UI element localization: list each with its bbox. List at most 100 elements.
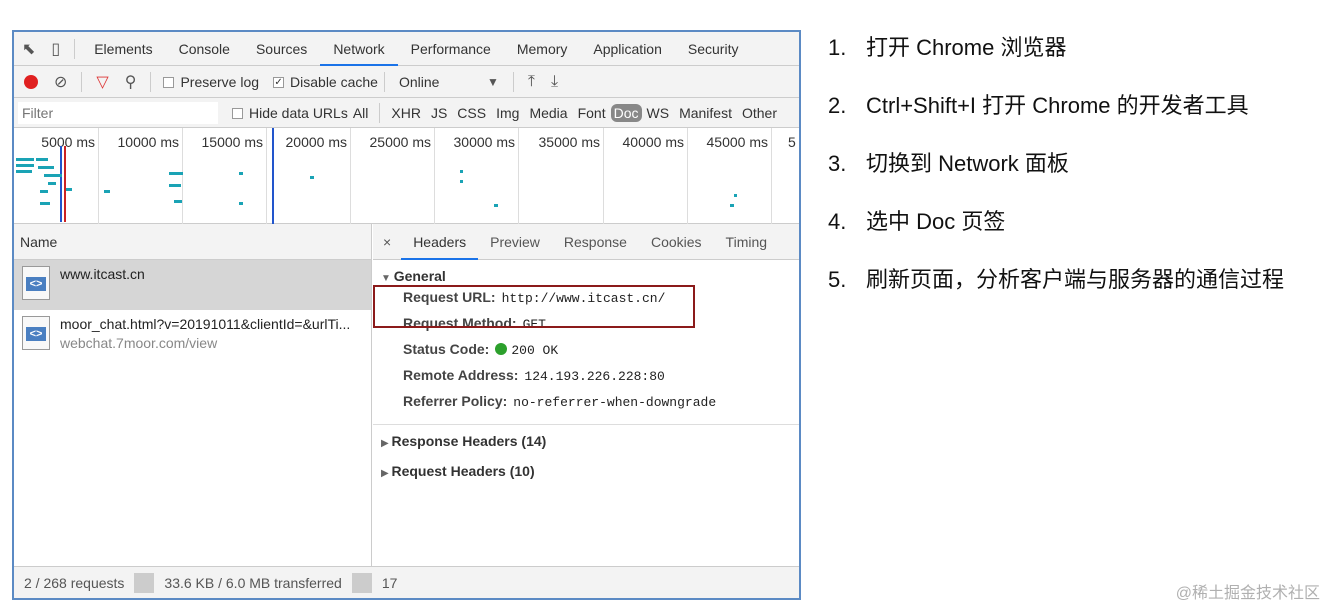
request-row[interactable]: <> moor_chat.html?v=20191011&clientId=&u… bbox=[14, 310, 371, 360]
inspect-icon[interactable]: ⬉ bbox=[22, 39, 35, 59]
request-name: www.itcast.cn bbox=[60, 266, 145, 282]
tab-memory[interactable]: Memory bbox=[504, 32, 581, 66]
filter-type-img[interactable]: Img bbox=[491, 105, 524, 121]
request-count: 2 / 268 requests bbox=[24, 574, 125, 591]
request-list: Name <> www.itcast.cn <> moor_chat.html?… bbox=[14, 224, 372, 568]
filter-icon[interactable]: ▽ bbox=[96, 72, 108, 92]
timeline-bar bbox=[239, 202, 243, 205]
chevron-down-icon[interactable]: ▼ bbox=[487, 75, 499, 89]
timeline-bar bbox=[310, 176, 314, 179]
divider bbox=[74, 38, 76, 59]
step-item: 5. 刷新页面，分析客户端与服务器的通信过程 bbox=[828, 267, 1285, 292]
timeline-tick: 40000 ms bbox=[604, 128, 688, 224]
upload-icon[interactable]: ⤒ bbox=[528, 73, 535, 91]
general-section-toggle[interactable]: ▼ General bbox=[373, 268, 799, 284]
preserve-log-checkbox[interactable]: Preserve log bbox=[163, 74, 259, 90]
divider bbox=[383, 71, 385, 92]
timeline-bar bbox=[16, 164, 34, 167]
status-extra: 17 bbox=[381, 574, 398, 591]
record-button[interactable] bbox=[24, 74, 38, 89]
timeline-bar bbox=[104, 190, 110, 193]
divider bbox=[81, 71, 83, 92]
filter-type-js[interactable]: JS bbox=[426, 105, 452, 121]
tab-elements[interactable]: Elements bbox=[81, 32, 165, 66]
request-headers-toggle[interactable]: ▶ Request Headers (10) bbox=[373, 463, 799, 479]
filter-type-xhr[interactable]: XHR bbox=[386, 105, 426, 121]
step-item: 1. 打开 Chrome 浏览器 bbox=[828, 35, 1067, 60]
request-domain: webchat.7moor.com/view bbox=[60, 335, 218, 351]
instruction-steps: 1. 打开 Chrome 浏览器 2. Ctrl+Shift+I 打开 Chrome… bbox=[828, 30, 1318, 320]
filter-type-font[interactable]: Font bbox=[573, 105, 611, 121]
timeline-bar bbox=[460, 170, 463, 173]
tab-security[interactable]: Security bbox=[675, 32, 752, 66]
tab-sources[interactable]: Sources bbox=[243, 32, 320, 66]
timeline-tick: 25000 ms bbox=[351, 128, 435, 224]
remote-address-row: Remote Address: 124.193.226.228:80 bbox=[403, 367, 665, 384]
throttle-select[interactable]: Online bbox=[399, 74, 479, 90]
filter-type-all[interactable]: All bbox=[348, 105, 374, 121]
timeline-tick: 15000 ms bbox=[183, 128, 267, 224]
timeline-tick: 5 bbox=[772, 128, 799, 224]
filter-type-css[interactable]: CSS bbox=[452, 105, 491, 121]
filter-type-ws[interactable]: WS bbox=[642, 105, 675, 121]
step-item: 4. 选中 Doc 页签 bbox=[828, 209, 1006, 234]
divider bbox=[351, 572, 372, 593]
divider bbox=[512, 71, 514, 92]
request-name: moor_chat.html?v=20191011&clientId=&urlT… bbox=[60, 316, 351, 332]
timeline-bar bbox=[169, 184, 181, 187]
timeline-bar bbox=[169, 172, 183, 175]
tab-headers[interactable]: Headers bbox=[401, 224, 479, 260]
network-status-bar: 2 / 268 requests 33.6 KB / 6.0 MB transf… bbox=[14, 566, 799, 598]
download-icon[interactable]: ⤓ bbox=[551, 73, 558, 91]
timeline-bar bbox=[239, 172, 243, 175]
timeline-bar bbox=[38, 166, 54, 169]
detail-tabbar: × Headers Preview Response Cookies Timin… bbox=[373, 224, 799, 260]
status-ok-icon bbox=[495, 343, 508, 355]
tab-preview[interactable]: Preview bbox=[478, 224, 552, 260]
disable-cache-checkbox[interactable]: ✓ Disable cache bbox=[273, 74, 378, 90]
timeline-cursor bbox=[272, 128, 274, 224]
tab-response[interactable]: Response bbox=[552, 224, 639, 260]
filter-type-doc[interactable]: Doc bbox=[610, 103, 642, 122]
tab-network[interactable]: Network bbox=[320, 32, 398, 66]
timeline-bar bbox=[36, 158, 48, 161]
watermark: @稀土掘金技术社区 bbox=[1175, 585, 1320, 602]
request-detail-panel: × Headers Preview Response Cookies Timin… bbox=[373, 224, 799, 568]
filter-input[interactable] bbox=[18, 101, 218, 124]
timeline-bar bbox=[494, 204, 498, 207]
timeline-tick: 35000 ms bbox=[519, 128, 604, 224]
network-toolbar: ⊘ ▽ ⚲ Preserve log ✓ Disable cache Online… bbox=[14, 66, 799, 98]
tab-timing[interactable]: Timing bbox=[714, 224, 780, 260]
name-column-header[interactable]: Name bbox=[14, 224, 371, 260]
timeline-bar bbox=[48, 182, 56, 185]
divider bbox=[134, 572, 155, 593]
referrer-policy-row: Referrer Policy: no-referrer-when-downgra… bbox=[403, 393, 717, 410]
request-url-highlight bbox=[373, 285, 695, 328]
timeline-bar bbox=[40, 190, 48, 193]
tab-performance[interactable]: Performance bbox=[398, 32, 504, 66]
filter-type-manifest[interactable]: Manifest bbox=[674, 105, 737, 121]
timeline-bar bbox=[730, 204, 734, 207]
transfer-size: 33.6 KB / 6.0 MB transferred bbox=[164, 574, 342, 591]
device-toolbar-icon[interactable]: ▯ bbox=[51, 39, 60, 59]
request-row[interactable]: <> www.itcast.cn bbox=[14, 260, 371, 310]
status-code-row: Status Code: 200 OK bbox=[403, 341, 559, 358]
dom-content-loaded-marker bbox=[60, 146, 62, 222]
tab-console[interactable]: Console bbox=[166, 32, 243, 66]
document-icon: <> bbox=[22, 266, 50, 300]
filter-type-other[interactable]: Other bbox=[737, 105, 782, 121]
timeline-overview[interactable]: 5000 ms 10000 ms 15000 ms 20000 ms 25000… bbox=[14, 128, 799, 224]
divider bbox=[150, 71, 152, 92]
tab-application[interactable]: Application bbox=[580, 32, 675, 66]
timeline-bar bbox=[460, 180, 463, 183]
search-icon[interactable]: ⚲ bbox=[125, 72, 137, 92]
response-headers-toggle[interactable]: ▶ Response Headers (14) bbox=[373, 433, 799, 449]
document-icon: <> bbox=[22, 316, 50, 350]
timeline-bar bbox=[44, 174, 62, 177]
close-icon[interactable]: × bbox=[373, 224, 401, 260]
tab-cookies[interactable]: Cookies bbox=[639, 224, 714, 260]
filter-type-media[interactable]: Media bbox=[524, 105, 572, 121]
hide-data-urls-checkbox[interactable]: Hide data URLs bbox=[232, 105, 348, 121]
load-marker bbox=[64, 146, 66, 222]
clear-icon[interactable]: ⊘ bbox=[54, 72, 67, 92]
